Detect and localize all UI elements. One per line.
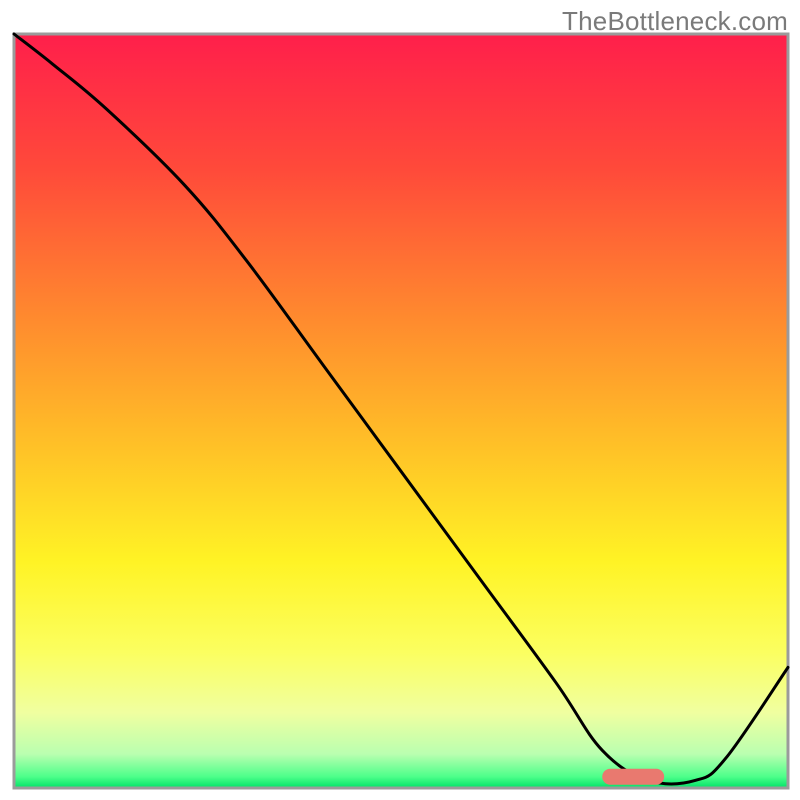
bottleneck-chart [0, 0, 800, 800]
watermark-label: TheBottleneck.com [562, 6, 788, 37]
optimal-marker [602, 769, 664, 785]
plot-background [14, 34, 788, 788]
